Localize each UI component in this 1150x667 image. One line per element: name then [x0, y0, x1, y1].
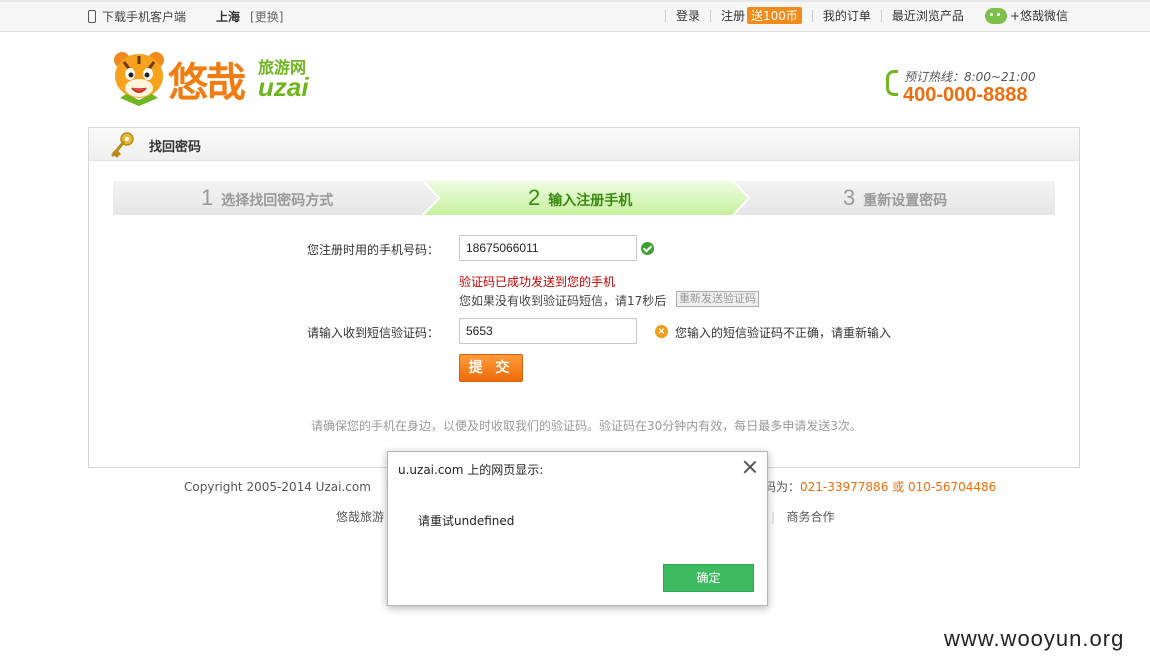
- step-1-number: 1: [201, 185, 214, 210]
- wechat-icon: [984, 7, 1007, 24]
- step-1: 1 选择找回密码方式: [201, 185, 333, 211]
- key-icon: [111, 132, 134, 158]
- phone-input[interactable]: 18675066011: [459, 235, 637, 261]
- top-bar-left: 下载手机客户端 上海 [更换]: [88, 8, 283, 25]
- business-cooperation-link[interactable]: 商务合作: [787, 510, 835, 524]
- hotline-hours: 预订热线：8:00~21:00: [904, 70, 1036, 84]
- hotline-number: 400-000-8888: [903, 84, 1028, 106]
- footer-links-left: 悠哉旅游: [336, 508, 384, 525]
- close-icon[interactable]: [743, 460, 757, 474]
- watermark-text: www.wooyun.org: [944, 626, 1125, 651]
- phone-label: 您注册时用的手机号码：: [306, 243, 439, 257]
- dialog-message: 请重试undefined: [418, 514, 515, 528]
- brand-name: 悠哉: [168, 60, 246, 106]
- step-2-label: 输入注册手机: [548, 193, 633, 209]
- code-error-message: 您输入的短信验证码不正确，请重新输入: [675, 326, 892, 340]
- resend-hint: 您如果没有收到验证码短信，请17秒后: [459, 294, 667, 308]
- submit-button[interactable]: 提 交: [459, 354, 523, 382]
- password-recovery-panel: 找回密码 1 选择找回密码方式 2 输入注册手机 3 重新设置密码 您注册时用的…: [88, 127, 1080, 468]
- panel-header: 找回密码: [89, 128, 1079, 161]
- sms-code-label: 请输入收到短信验证码：: [306, 326, 439, 340]
- footer-links-right: | 商务合作: [771, 508, 835, 525]
- current-city: 上海: [216, 10, 241, 24]
- footer-copyright-line: Copyright 2005-2014 Uzai.com 许可: [184, 478, 410, 495]
- step-2-number: 2: [528, 185, 541, 210]
- download-app-link[interactable]: 下载手机客户端: [102, 8, 186, 25]
- step-3-number: 3: [843, 185, 856, 210]
- footer-phone-1: 021-33977886: [800, 480, 889, 494]
- top-bar-right: 登录 注册 送100币 我的订单 最近浏览产品 +悠哉微信: [655, 7, 1068, 24]
- footer-or: 或: [888, 480, 908, 494]
- divider: [880, 9, 882, 22]
- mobile-phone-icon: [88, 10, 96, 23]
- divider: [709, 9, 711, 22]
- divider: [974, 10, 975, 22]
- sms-code-input[interactable]: 5653: [459, 318, 637, 344]
- panel-title: 找回密码: [149, 140, 202, 155]
- divider: [664, 9, 666, 22]
- help-note: 请确保您的手机在身边，以便及时收取我们的验证码。验证码在30分钟内有效，每日最多…: [311, 419, 862, 433]
- step-1-label: 选择找回密码方式: [221, 193, 334, 209]
- dialog-ok-button[interactable]: 确定: [663, 564, 754, 592]
- register-bonus-badge[interactable]: 送100币: [747, 7, 802, 24]
- register-link[interactable]: 注册: [721, 7, 745, 24]
- dialog-title: u.uzai.com 上的网页显示:: [398, 463, 544, 477]
- footer-phone-2: 010-56704486: [907, 480, 997, 494]
- top-bar: 下载手机客户端 上海 [更换] 登录 注册 送100币 我的订单 最近浏览产品 …: [0, 0, 1150, 32]
- wechat-follow-link[interactable]: +悠哉微信: [1010, 7, 1068, 24]
- step-progress: 1 选择找回密码方式 2 输入注册手机 3 重新设置密码: [113, 181, 1055, 215]
- valid-check-icon: [641, 242, 654, 255]
- change-city-link[interactable]: [更换]: [250, 8, 283, 25]
- tiger-mascot-icon: [114, 52, 164, 106]
- login-link[interactable]: 登录: [676, 7, 700, 24]
- phone-handset-icon: [886, 70, 898, 96]
- step-2-active: 2 输入注册手机: [528, 185, 632, 211]
- code-sent-message: 验证码已成功发送到您的手机: [459, 275, 616, 289]
- divider: [811, 9, 813, 22]
- my-orders-link[interactable]: 我的订单: [823, 7, 871, 24]
- step-3-label: 重新设置密码: [863, 193, 948, 209]
- resend-code-button[interactable]: 重新发送验证码: [676, 291, 759, 307]
- footer-brand-link[interactable]: 悠哉旅游: [336, 510, 384, 524]
- alert-dialog: u.uzai.com 上的网页显示: 请重试undefined 确定: [387, 451, 768, 606]
- footer-phone-line: 码为：021-33977886 或 010-56704486: [764, 478, 996, 495]
- divider: |: [771, 510, 776, 524]
- brand-english: uzai: [258, 72, 309, 102]
- error-x-icon: ×: [655, 325, 668, 338]
- site-logo[interactable]: 悠哉 旅游网 uzai: [112, 48, 332, 112]
- copyright-text: Copyright 2005-2014 Uzai.com: [184, 480, 371, 494]
- recently-viewed-link[interactable]: 最近浏览产品: [892, 7, 964, 24]
- step-3: 3 重新设置密码: [843, 185, 947, 211]
- phone-prefix: 码为：: [764, 480, 801, 494]
